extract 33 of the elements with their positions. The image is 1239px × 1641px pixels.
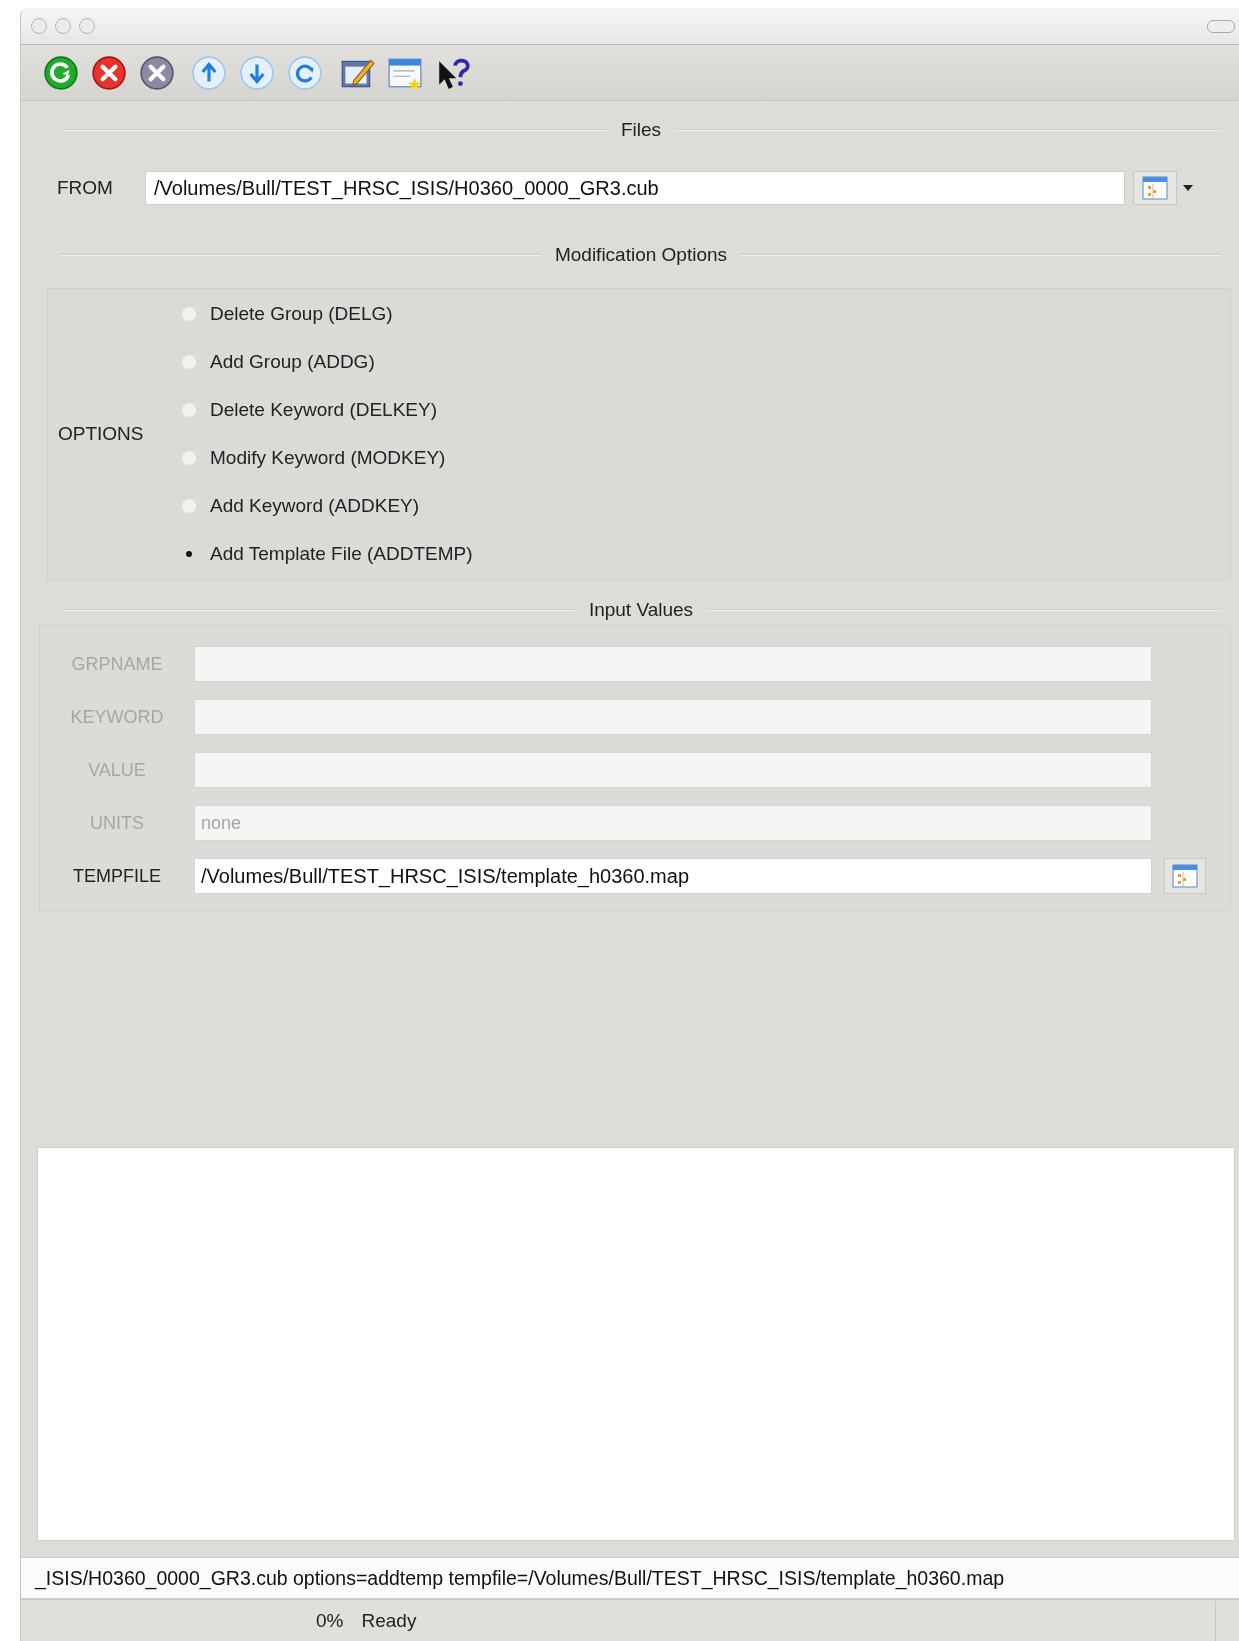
option-label[interactable]: Delete Group (DELG) bbox=[210, 303, 393, 325]
progress-percent: 0% bbox=[316, 1609, 344, 1632]
option-label[interactable]: Modify Keyword (MODKEY) bbox=[210, 447, 446, 469]
field-label: FROM bbox=[57, 177, 114, 199]
cancel-icon[interactable] bbox=[91, 54, 127, 91]
option-label[interactable]: Add Keyword (ADDKEY) bbox=[210, 495, 420, 517]
browse-icon bbox=[1142, 176, 1168, 200]
group-title: Modification Options bbox=[554, 244, 728, 266]
radio-button[interactable] bbox=[182, 499, 196, 513]
options-label: OPTIONS bbox=[57, 423, 145, 445]
window-close-button[interactable] bbox=[31, 18, 47, 34]
radio-button[interactable] bbox=[182, 355, 196, 369]
group-title: Input Values bbox=[588, 599, 694, 621]
input-field[interactable]: /Volumes/Bull/TEST_HRSC_ISIS/template_h0360.map bbox=[194, 858, 1152, 894]
radio-button[interactable] bbox=[182, 451, 196, 465]
radio-button[interactable] bbox=[182, 307, 196, 321]
browse-icon bbox=[1172, 864, 1198, 888]
reset-icon[interactable] bbox=[287, 54, 323, 91]
file-path-field[interactable]: /Volumes/Bull/TEST_HRSC_ISIS/H0360_0000_GR3.cub bbox=[145, 171, 1125, 205]
option-label[interactable]: Add Template File (ADDTEMP) bbox=[210, 543, 473, 565]
browse-button[interactable] bbox=[1164, 858, 1206, 894]
option-label[interactable]: Delete Keyword (DELKEY) bbox=[210, 399, 438, 421]
browse-button[interactable] bbox=[1133, 171, 1177, 205]
window-zoom-button[interactable] bbox=[79, 18, 95, 34]
radio-button[interactable] bbox=[182, 403, 196, 417]
window-minimize-button[interactable] bbox=[55, 18, 71, 34]
group-title: Files bbox=[620, 119, 662, 141]
status-message: Ready bbox=[361, 1609, 417, 1632]
option-label[interactable]: Add Group (ADDG) bbox=[210, 351, 375, 373]
toolbar-toggle-button[interactable] bbox=[1207, 19, 1235, 33]
close-icon[interactable] bbox=[139, 54, 175, 91]
field-label: TEMPFILE bbox=[72, 865, 162, 887]
caret-icon[interactable] bbox=[1183, 185, 1193, 191]
